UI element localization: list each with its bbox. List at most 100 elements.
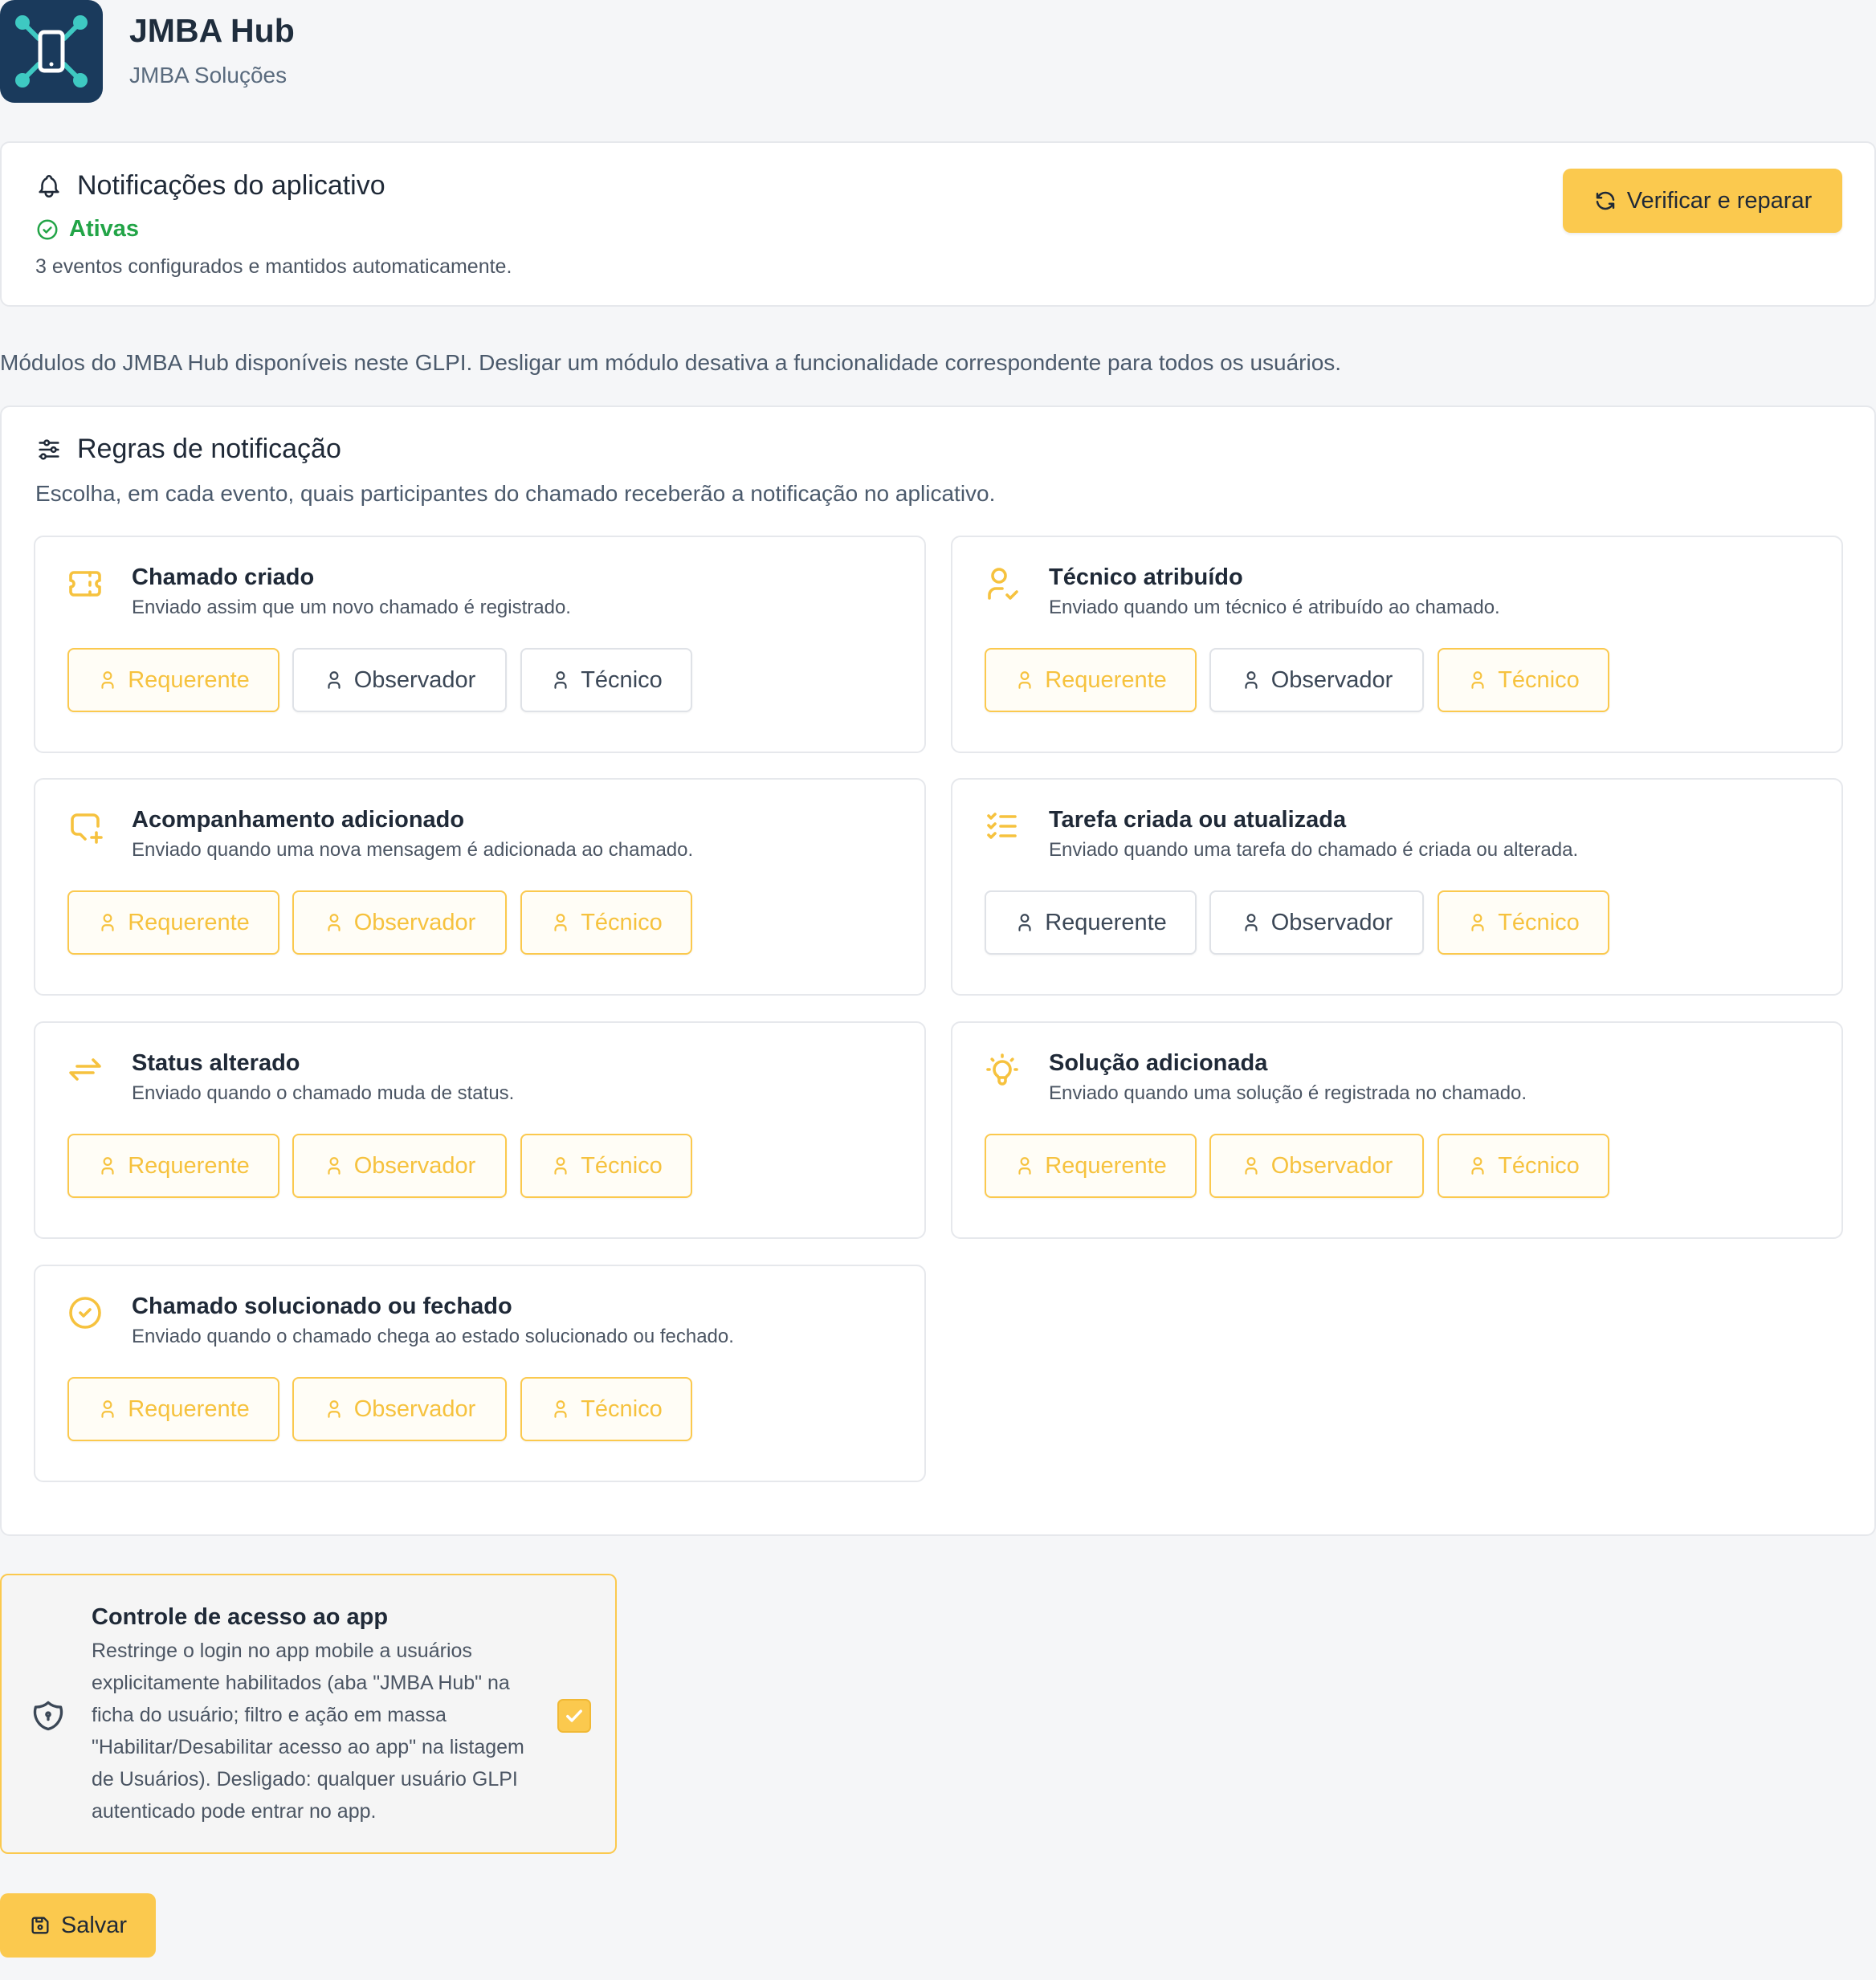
- event-description: Enviado assim que um novo chamado é regi…: [132, 597, 571, 618]
- role-toggle-technician[interactable]: Técnico: [520, 890, 692, 955]
- notifications-description: 3 eventos configurados e mantidos automa…: [35, 255, 512, 278]
- user-icon: [101, 914, 114, 931]
- event-description: Enviado quando uma solução é registrada …: [1049, 1082, 1527, 1104]
- rules-description: Escolha, em cada evento, quais participa…: [35, 481, 996, 506]
- role-label: Requerente: [128, 1152, 250, 1179]
- user-icon: [1245, 671, 1258, 689]
- user-icon: [554, 1400, 567, 1418]
- role-toggle-observer[interactable]: Observador: [292, 1377, 507, 1441]
- event-card: Solução adicionada Enviado quando uma sol…: [951, 1021, 1843, 1239]
- role-label: Observador: [353, 666, 476, 693]
- role-toggle-requester[interactable]: Requerente: [67, 648, 279, 712]
- check-circle-icon: [37, 219, 58, 239]
- access-control-checkbox[interactable]: [557, 1699, 591, 1733]
- notification-rules-card: Regras de notificação Escolha, em cada e…: [0, 405, 1876, 1536]
- event-card: Técnico atribuído Enviado quando um técni…: [951, 536, 1843, 753]
- event-description: Enviado quando um técnico é atribuído ao…: [1049, 597, 1500, 618]
- role-toggle-observer[interactable]: Observador: [292, 890, 507, 955]
- rules-title: Regras de notificação: [77, 434, 341, 464]
- bell-icon: [39, 174, 59, 198]
- refresh-icon: [1596, 191, 1614, 210]
- role-toggle-requester[interactable]: Requerente: [67, 1377, 279, 1441]
- role-label: Técnico: [1498, 1152, 1580, 1179]
- event-card: Chamado solucionado ou fechado Enviado qu…: [34, 1265, 926, 1482]
- role-toggle-technician[interactable]: Técnico: [520, 1134, 692, 1198]
- list-check-icon: [987, 813, 1017, 839]
- role-label: Requerente: [128, 1395, 250, 1422]
- arrows-exchange-icon: [69, 1058, 101, 1081]
- circle-check-icon: [69, 1297, 101, 1329]
- device-network-icon: [0, 0, 103, 103]
- access-control-title: Controle de acesso ao app: [92, 1604, 389, 1630]
- verify-repair-button[interactable]: Verificar e reparar: [1563, 169, 1842, 233]
- role-toggle-requester[interactable]: Requerente: [985, 1134, 1197, 1198]
- event-title: Chamado solucionado ou fechado: [132, 1294, 512, 1319]
- save-button[interactable]: Salvar: [0, 1893, 156, 1958]
- role-label: Observador: [353, 1152, 476, 1179]
- role-label: Técnico: [1498, 666, 1580, 693]
- user-icon: [554, 914, 567, 931]
- shield-lock-icon: [33, 1701, 63, 1731]
- event-description: Enviado quando o chamado muda de status.: [132, 1082, 515, 1104]
- user-icon: [1018, 914, 1031, 931]
- modules-intro: Módulos do JMBA Hub disponíveis neste GL…: [0, 350, 1342, 375]
- user-check-icon: [988, 568, 1018, 600]
- notifications-state: Ativas: [69, 216, 140, 242]
- role-toggle-observer[interactable]: Observador: [292, 1134, 507, 1198]
- role-toggle-observer[interactable]: Observador: [1209, 890, 1424, 955]
- event-card: Chamado criado Enviado assim que um novo …: [34, 536, 926, 753]
- role-label: Observador: [353, 1395, 476, 1422]
- role-toggle-observer[interactable]: Observador: [1209, 648, 1424, 712]
- role-toggle-technician[interactable]: Técnico: [1438, 890, 1609, 955]
- role-label: Técnico: [581, 909, 663, 935]
- user-icon: [101, 671, 114, 689]
- role-toggle-requester[interactable]: Requerente: [67, 890, 279, 955]
- verify-repair-label: Verificar e reparar: [1626, 187, 1813, 214]
- user-icon: [328, 914, 341, 931]
- user-icon: [554, 1157, 567, 1175]
- app-name: JMBA Hub: [129, 12, 295, 50]
- user-icon: [328, 1157, 341, 1175]
- ticket-icon: [69, 571, 101, 597]
- role-label: Técnico: [581, 1152, 663, 1179]
- event-card: Status alterado Enviado quando o chamado …: [34, 1021, 926, 1239]
- role-toggle-technician[interactable]: Técnico: [1438, 1134, 1609, 1198]
- event-description: Enviado quando uma nova mensagem é adici…: [132, 839, 694, 861]
- app-company: JMBA Soluções: [129, 62, 288, 88]
- user-icon: [1245, 1157, 1258, 1175]
- role-toggle-observer[interactable]: Observador: [292, 648, 507, 712]
- role-toggle-requester[interactable]: Requerente: [985, 648, 1197, 712]
- role-label: Observador: [353, 909, 476, 935]
- role-toggle-technician[interactable]: Técnico: [1438, 648, 1609, 712]
- role-toggle-requester[interactable]: Requerente: [67, 1134, 279, 1198]
- bulb-icon: [986, 1053, 1018, 1086]
- role-label: Requerente: [128, 909, 250, 935]
- role-toggle-technician[interactable]: Técnico: [520, 648, 692, 712]
- event-title: Chamado criado: [132, 564, 315, 590]
- user-icon: [1471, 1157, 1484, 1175]
- role-label: Técnico: [1498, 909, 1580, 935]
- role-label: Requerente: [1045, 666, 1167, 693]
- role-toggle-observer[interactable]: Observador: [1209, 1134, 1424, 1198]
- role-label: Observador: [1270, 909, 1393, 935]
- settings-page: JMBA Hub JMBA Soluções Notificações do a…: [0, 0, 1876, 1980]
- user-icon: [328, 671, 341, 689]
- role-label: Técnico: [581, 1395, 663, 1422]
- user-icon: [1018, 1157, 1031, 1175]
- message-plus-icon: [71, 813, 103, 844]
- adjustments-icon: [39, 438, 59, 460]
- access-control-card: Controle de acesso ao app Restringe o lo…: [0, 1574, 617, 1854]
- role-label: Requerente: [1045, 1152, 1167, 1179]
- event-title: Técnico atribuído: [1049, 564, 1243, 590]
- event-description: Enviado quando o chamado chega ao estado…: [132, 1326, 734, 1347]
- role-toggle-technician[interactable]: Técnico: [520, 1377, 692, 1441]
- role-toggle-requester[interactable]: Requerente: [985, 890, 1197, 955]
- app-header: JMBA Hub JMBA Soluções: [0, 0, 295, 103]
- user-icon: [1471, 914, 1484, 931]
- role-label: Observador: [1270, 1152, 1393, 1179]
- user-icon: [1471, 671, 1484, 689]
- user-icon: [1018, 671, 1031, 689]
- role-label: Requerente: [128, 666, 250, 693]
- access-control-description: Restringe o login no app mobile a usuári…: [92, 1640, 524, 1823]
- event-title: Acompanhamento adicionado: [132, 807, 465, 833]
